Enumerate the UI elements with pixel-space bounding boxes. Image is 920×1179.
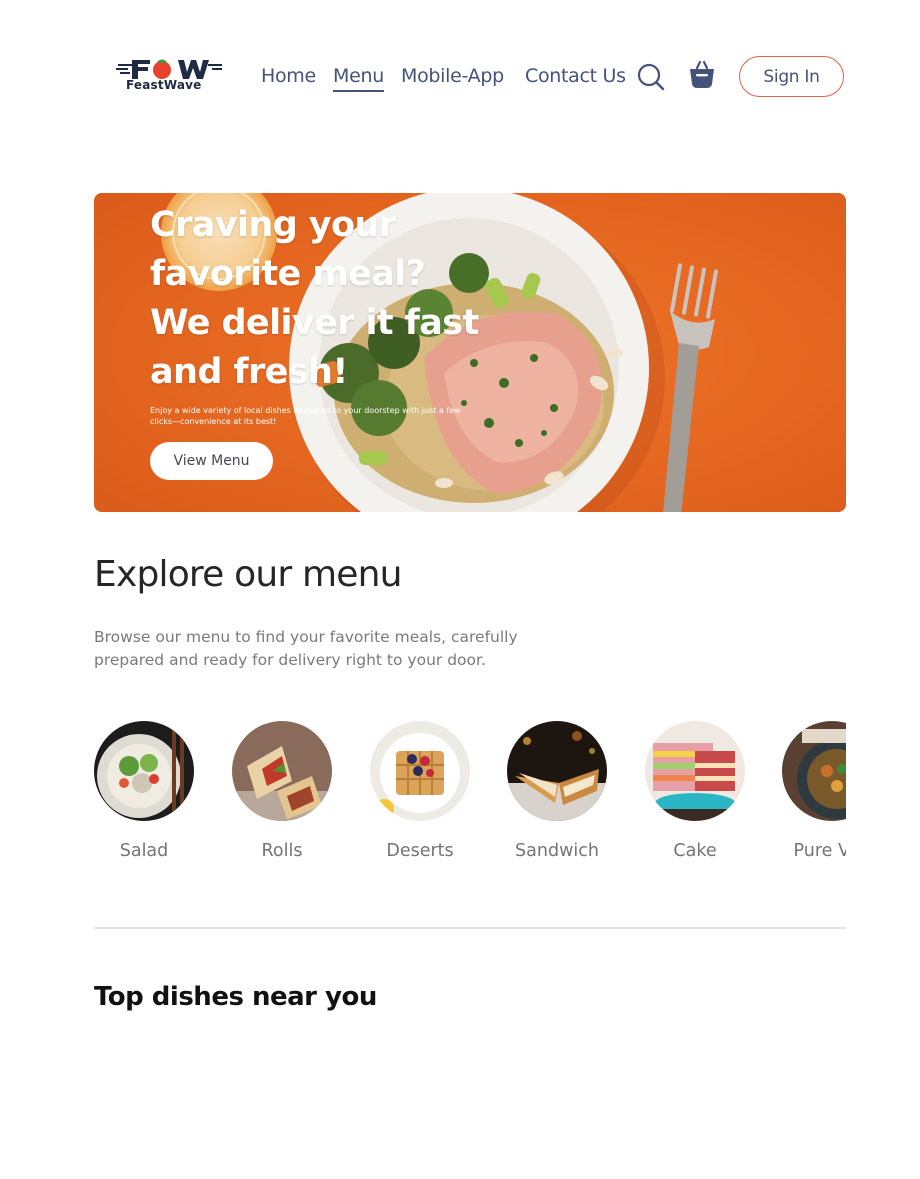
sign-in-button[interactable]: Sign In [739,56,844,97]
nav-item-menu[interactable]: Menu [333,64,384,92]
hero-subtitle: Enjoy a wide variety of local dishes del… [150,406,461,426]
menu-category-label: Rolls [261,841,303,861]
pure-veg-image [782,721,846,821]
menu-category-sandwich[interactable]: Sandwich [507,721,607,861]
brand-logo[interactable]: FeastWave [116,56,226,96]
menu-category-salad[interactable]: Salad [94,721,194,861]
salad-image [94,721,194,821]
menu-category-rolls[interactable]: Rolls [232,721,332,861]
search-icon[interactable] [637,63,665,91]
menu-category-deserts[interactable]: Deserts [370,721,470,861]
nav-item-contact-us[interactable]: Contact Us [525,64,626,88]
hero-banner: Craving your favorite meal? We deliver i… [94,193,846,512]
cake-image [645,721,745,821]
sandwich-image [507,721,607,821]
menu-category-label: Cake [673,841,717,861]
basket-icon[interactable] [688,60,716,90]
view-menu-button[interactable]: View Menu [150,442,273,480]
menu-category-pure-veg[interactable]: Pure Veg [782,721,846,861]
menu-category-label: Sandwich [515,841,599,861]
menu-category-cake[interactable]: Cake [645,721,745,861]
menu-category-label: Pure Veg [793,841,846,861]
section-divider [94,927,846,929]
top-dishes-title: Top dishes near you [94,982,377,1012]
menu-category-list: Salad Rolls Deserts Sandwich Cake Pure V [94,721,846,871]
nav-item-home[interactable]: Home [261,64,316,88]
rolls-image [232,721,332,821]
explore-description: Browse our menu to find your favorite me… [94,628,518,669]
menu-category-label: Deserts [386,841,454,861]
hero-title: Craving your favorite meal? We deliver i… [150,205,479,392]
explore-title: Explore our menu [94,554,402,595]
nav-item-mobile-app[interactable]: Mobile-App [401,64,504,88]
deserts-image [370,721,470,821]
brand-name: FeastWave [126,78,202,92]
menu-category-label: Salad [119,841,169,861]
